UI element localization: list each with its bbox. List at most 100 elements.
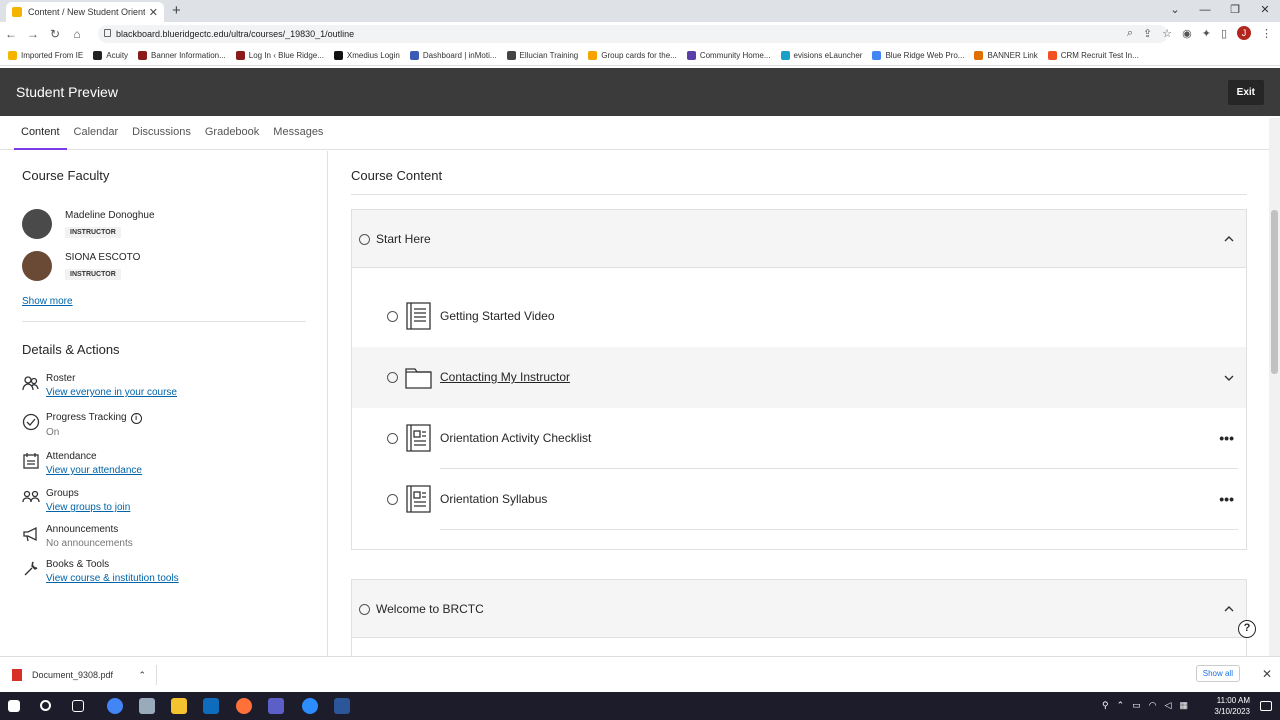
bookmark-item[interactable]: Group cards for the... (588, 51, 677, 60)
content-item[interactable]: Getting Started Video (352, 286, 1246, 347)
tab-messages[interactable]: Messages (266, 116, 330, 150)
sidebar-icon[interactable]: ▯ (1221, 27, 1227, 40)
item-title[interactable]: Orientation Activity Checklist (440, 431, 591, 445)
chrome-icon[interactable] (107, 698, 123, 714)
bookmark-item[interactable]: evisions eLauncher (780, 51, 862, 60)
keyboard-icon[interactable]: ▦ (1179, 700, 1188, 711)
forward-icon[interactable]: → (22, 27, 44, 41)
download-bar: Document_9308.pdf ⌃ Show all ✕ (0, 656, 1280, 692)
search-icon[interactable] (40, 700, 51, 711)
task-view-icon[interactable] (72, 700, 84, 712)
restore-icon[interactable]: ❐ (1220, 0, 1250, 20)
tab-discussions[interactable]: Discussions (125, 116, 198, 150)
item-title[interactable]: Contacting My Instructor (440, 370, 570, 384)
progress-circle-icon[interactable] (387, 311, 398, 322)
zoom-app-icon[interactable] (302, 698, 318, 714)
student-preview-bar: Student Preview Exit (0, 68, 1280, 116)
taskbar-clock[interactable]: 11:00 AM 3/10/2023 (1214, 695, 1250, 717)
volume-icon[interactable]: ◁ (1165, 700, 1172, 711)
roster-link[interactable]: View everyone in your course (46, 387, 177, 398)
bookmark-item[interactable]: Log In ‹ Blue Ridge... (235, 51, 324, 60)
bookmark-item[interactable]: Community Home... (686, 51, 771, 60)
notifications-icon[interactable] (1260, 701, 1272, 711)
chevron-up-icon[interactable] (1224, 234, 1234, 244)
bookmark-item[interactable]: Blue Ridge Web Pro... (872, 51, 964, 60)
roster-action: Roster View everyone in your course (22, 373, 177, 398)
scrollbar-thumb[interactable] (1271, 210, 1278, 374)
progress-circle-icon[interactable] (387, 494, 398, 505)
item-title[interactable]: Orientation Syllabus (440, 492, 547, 506)
content-item[interactable]: Orientation Syllabus ••• (352, 469, 1246, 530)
windows-start-icon[interactable] (8, 700, 20, 712)
outlook-icon[interactable] (203, 698, 219, 714)
chevron-up-icon[interactable]: ⌃ (138, 670, 146, 681)
chevron-up-icon[interactable]: ⌃ (1117, 700, 1125, 711)
bookmark-item[interactable]: Acuity (93, 51, 128, 60)
close-tab-icon[interactable]: ✕ (149, 6, 158, 19)
show-more-link[interactable]: Show more (22, 296, 73, 307)
folder-header[interactable]: Start Here (352, 210, 1246, 268)
tab-content[interactable]: Content (14, 116, 67, 150)
tab-title: Content / New Student Orientatio (28, 7, 145, 17)
content-item[interactable]: Contacting My Instructor (352, 347, 1246, 408)
person-icon[interactable]: ⚲ (1102, 700, 1109, 711)
bookmark-item[interactable]: CRM Recruit Test In... (1047, 51, 1139, 60)
progress-circle-icon[interactable] (359, 234, 370, 245)
notepad-icon[interactable] (139, 698, 155, 714)
more-options-icon[interactable]: ••• (1219, 430, 1234, 446)
firefox-icon[interactable] (236, 698, 252, 714)
books-tools-link[interactable]: View course & institution tools (46, 573, 179, 584)
bookmark-item[interactable]: Banner Information... (138, 51, 226, 60)
bookmark-item[interactable]: Xmedius Login (333, 51, 400, 60)
url-field[interactable]: blackboard.blueridgectc.edu/ultra/course… (98, 25, 1168, 43)
attendance-link[interactable]: View your attendance (46, 465, 142, 476)
tab-gradebook[interactable]: Gradebook (198, 116, 266, 150)
zoom-icon[interactable]: ⌕ (1127, 27, 1133, 40)
puzzle-icon[interactable]: ✦ (1202, 27, 1211, 40)
faculty-member[interactable]: SIONA ESCOTO INSTRUCTOR (22, 251, 140, 281)
scrollbar[interactable] (1269, 118, 1280, 656)
folder-header[interactable]: Welcome to BRCTC (352, 580, 1246, 638)
bookmark-favicon-icon (974, 51, 984, 60)
profile-avatar[interactable]: J (1237, 26, 1251, 40)
wifi-icon[interactable]: ◠ (1149, 700, 1157, 711)
back-icon[interactable]: ← (0, 27, 22, 41)
file-explorer-icon[interactable] (171, 698, 187, 714)
wrench-icon (24, 561, 38, 576)
tab-calendar[interactable]: Calendar (67, 116, 126, 150)
close-window-icon[interactable]: ✕ (1250, 0, 1280, 20)
content-item[interactable]: Orientation Activity Checklist ••• (352, 408, 1246, 469)
extension-icon[interactable]: ◉ (1182, 27, 1192, 40)
download-item[interactable]: Document_9308.pdf ⌃ (12, 665, 157, 685)
word-icon[interactable] (334, 698, 350, 714)
chevron-up-icon[interactable] (1224, 604, 1234, 614)
reload-icon[interactable]: ↻ (44, 27, 66, 41)
chevron-down-icon[interactable] (1224, 373, 1234, 383)
bookmark-item[interactable]: Imported From IE (8, 51, 83, 60)
share-icon[interactable]: ⇪ (1143, 27, 1152, 40)
help-icon[interactable]: ? (1238, 620, 1256, 638)
faculty-member[interactable]: Madeline Donoghue INSTRUCTOR (22, 209, 155, 239)
info-icon[interactable]: i (130, 413, 142, 424)
browser-tab[interactable]: Content / New Student Orientatio ✕ (6, 2, 164, 22)
show-all-button[interactable]: Show all (1195, 665, 1240, 682)
groups-link[interactable]: View groups to join (46, 502, 130, 513)
battery-icon[interactable]: ▭ (1132, 700, 1141, 711)
home-icon[interactable]: ⌂ (66, 27, 88, 41)
item-title[interactable]: Getting Started Video (440, 309, 555, 323)
exit-button[interactable]: Exit (1227, 80, 1264, 105)
bookmark-item[interactable]: BANNER Link (974, 51, 1038, 60)
progress-circle-icon[interactable] (387, 433, 398, 444)
tab-search-icon[interactable]: ⌄ (1160, 0, 1190, 20)
more-options-icon[interactable]: ••• (1219, 491, 1234, 507)
progress-circle-icon[interactable] (359, 604, 370, 615)
minimize-icon[interactable]: — (1190, 0, 1220, 20)
bookmark-item[interactable]: Dashboard | inMoti... (409, 51, 497, 60)
menu-icon[interactable]: ⋮ (1261, 27, 1272, 40)
close-icon[interactable]: ✕ (1262, 667, 1272, 681)
bookmark-star-icon[interactable]: ☆ (1162, 27, 1172, 40)
new-tab-icon[interactable]: + (172, 2, 181, 19)
bookmark-item[interactable]: Ellucian Training (506, 51, 578, 60)
teams-icon[interactable] (268, 698, 284, 714)
progress-circle-icon[interactable] (387, 372, 398, 383)
